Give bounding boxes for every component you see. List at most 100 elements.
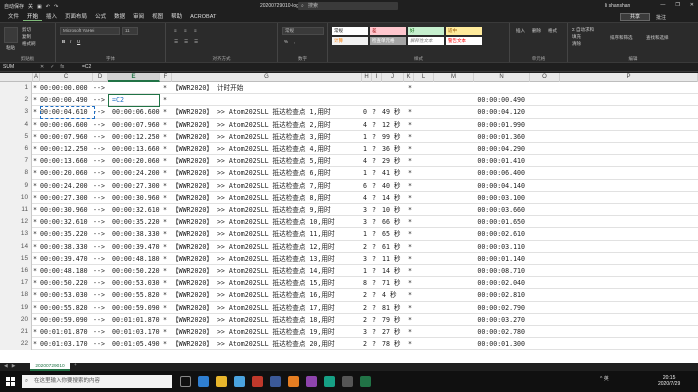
- cell-g[interactable]: 【WWR2020】 >> Atom202SLL 抵达检查点 2,用时: [172, 119, 362, 131]
- cell-d[interactable]: -->: [93, 302, 105, 314]
- cell-e[interactable]: 00:00:48.180: [112, 253, 162, 265]
- cell-d[interactable]: -->: [93, 241, 105, 253]
- ribbon-tab[interactable]: 审阅: [129, 13, 148, 21]
- cell-h[interactable]: 3: [363, 253, 371, 265]
- cell-f[interactable]: *: [163, 314, 167, 326]
- cell-d[interactable]: -->: [93, 265, 105, 277]
- insert-cells-button[interactable]: 插入: [516, 28, 525, 34]
- cell-g[interactable]: 【WWR2020】 >> Atom202SLL 抵达检查点 16,用时: [172, 289, 362, 301]
- column-header-j[interactable]: J: [382, 73, 404, 82]
- cell-i[interactable]: ?: [372, 277, 380, 289]
- cell-h[interactable]: 2: [363, 302, 371, 314]
- formula-input[interactable]: =C2: [82, 64, 91, 71]
- cell-f[interactable]: *: [163, 277, 167, 289]
- cell-f[interactable]: *: [163, 216, 167, 228]
- column-header-m[interactable]: M: [434, 73, 474, 82]
- sheet-tab[interactable]: 20200729010: [30, 363, 70, 371]
- cell-c[interactable]: 00:00:30.960: [40, 204, 96, 216]
- style-good[interactable]: 好: [408, 27, 444, 35]
- comma-icon[interactable]: ,: [294, 39, 295, 44]
- cell-h[interactable]: 3: [363, 326, 371, 338]
- cell-f[interactable]: *: [163, 302, 167, 314]
- cell-d[interactable]: -->: [93, 326, 105, 338]
- cell-g[interactable]: 【WWR2020】 >> Atom202SLL 抵达检查点 18,用时: [172, 314, 362, 326]
- cell-d[interactable]: -->: [93, 204, 105, 216]
- ribbon-tab[interactable]: 视图: [148, 13, 167, 21]
- ribbon-tab[interactable]: 页面布局: [61, 13, 91, 21]
- app-icon[interactable]: [252, 376, 263, 387]
- cell-d[interactable]: -->: [93, 180, 105, 192]
- sheet-next-icon[interactable]: ▶: [12, 364, 16, 369]
- cell-k[interactable]: *: [408, 216, 414, 228]
- cell-g[interactable]: 【WWR2020】 >> Atom202SLL 抵达检查点 15,用时: [172, 277, 362, 289]
- ribbon-tab[interactable]: 数据: [110, 13, 129, 21]
- enter-icon[interactable]: ✓: [50, 64, 54, 70]
- cell-g[interactable]: 【WWR2020】 >> Atom202SLL 抵达检查点 7,用时: [172, 180, 362, 192]
- save-icon[interactable]: ▣: [37, 4, 42, 10]
- cell-n[interactable]: 00:00:02.040: [470, 277, 525, 289]
- column-header-a[interactable]: A: [33, 73, 40, 82]
- cell-h[interactable]: 1: [363, 167, 371, 179]
- cell-f[interactable]: *: [163, 94, 167, 106]
- cell-k[interactable]: *: [408, 277, 414, 289]
- add-sheet-button[interactable]: +: [74, 363, 77, 368]
- cell-f[interactable]: *: [163, 131, 167, 143]
- cell-n[interactable]: 00:00:02.610: [470, 228, 525, 240]
- cell-c[interactable]: 00:00:27.300: [40, 192, 96, 204]
- ribbon-tab[interactable]: 公式: [91, 13, 110, 21]
- cell-c[interactable]: 00:00:24.200: [40, 180, 96, 192]
- column-header-p[interactable]: P: [560, 73, 698, 82]
- cell-g[interactable]: 【WWR2020】 >> Atom202SLL 抵达检查点 10,用时: [172, 216, 362, 228]
- cell-c[interactable]: 00:00:38.330: [40, 241, 96, 253]
- cell-g[interactable]: 【WWR2020】 >> Atom202SLL 抵达检查点 4,用时: [172, 143, 362, 155]
- ribbon-tab[interactable]: 开始: [23, 13, 43, 21]
- cell-e[interactable]: 00:00:20.060: [112, 155, 162, 167]
- cell-g[interactable]: 【WWR2020】 >> Atom202SLL 抵达检查点 11,用时: [172, 228, 362, 240]
- cell-g[interactable]: 【WWR2020】 >> Atom202SLL 抵达检查点 8,用时: [172, 192, 362, 204]
- cell-c[interactable]: 00:01:03.170: [40, 338, 96, 350]
- align-middle-icon[interactable]: ≡: [184, 28, 187, 33]
- cell-n[interactable]: 00:00:01.650: [470, 216, 525, 228]
- cell-k[interactable]: *: [408, 253, 414, 265]
- cell-n[interactable]: 00:00:02.780: [470, 326, 525, 338]
- cell-e[interactable]: 00:00:13.660: [112, 143, 162, 155]
- cell-i[interactable]: ?: [372, 241, 380, 253]
- cell-e[interactable]: 00:00:53.030: [112, 277, 162, 289]
- cut-button[interactable]: 剪切: [22, 27, 31, 33]
- edge-browser-icon[interactable]: [198, 376, 209, 387]
- ribbon-tab[interactable]: 插入: [42, 13, 61, 21]
- column-header-c[interactable]: C: [40, 73, 93, 82]
- cell-i[interactable]: ?: [372, 265, 380, 277]
- cell-e[interactable]: 00:00:06.600: [112, 106, 162, 118]
- cell-k[interactable]: *: [408, 204, 414, 216]
- app-icon[interactable]: [342, 376, 353, 387]
- function-icon[interactable]: fx: [60, 64, 64, 70]
- cell-j[interactable]: 11 秒: [382, 253, 406, 265]
- format-cells-button[interactable]: 格式: [548, 28, 557, 34]
- column-header-d[interactable]: D: [93, 73, 108, 82]
- cell-h[interactable]: 0: [363, 106, 371, 118]
- column-header-h[interactable]: H: [362, 73, 372, 82]
- cell-i[interactable]: ?: [372, 204, 380, 216]
- sort-filter-button[interactable]: 排序和筛选: [610, 35, 633, 41]
- cell-c[interactable]: 00:00:00.490: [40, 94, 96, 106]
- cell-f[interactable]: *: [163, 289, 167, 301]
- cell-n[interactable]: 00:00:04.120: [470, 106, 525, 118]
- cell-e[interactable]: 00:01:01.870: [112, 314, 162, 326]
- cell-i[interactable]: ?: [372, 143, 380, 155]
- cell-d[interactable]: -->: [93, 277, 105, 289]
- cell-e[interactable]: 00:00:50.220: [112, 265, 162, 277]
- cell-i[interactable]: ?: [372, 192, 380, 204]
- row-header[interactable]: 14: [0, 240, 32, 253]
- cell-c[interactable]: 00:00:39.470: [40, 253, 96, 265]
- cell-n[interactable]: 00:00:00.490: [470, 94, 525, 106]
- cell-e[interactable]: 00:00:27.300: [112, 180, 162, 192]
- align-top-icon[interactable]: ≡: [174, 28, 177, 33]
- cell-c[interactable]: 00:01:01.870: [40, 326, 96, 338]
- cell-h[interactable]: 4: [363, 119, 371, 131]
- cell-c[interactable]: 00:00:00.000: [40, 82, 96, 94]
- cell-f[interactable]: *: [163, 143, 167, 155]
- cell-d[interactable]: -->: [93, 94, 105, 106]
- cell-h[interactable]: 1: [363, 143, 371, 155]
- close-button[interactable]: ✕: [690, 2, 694, 8]
